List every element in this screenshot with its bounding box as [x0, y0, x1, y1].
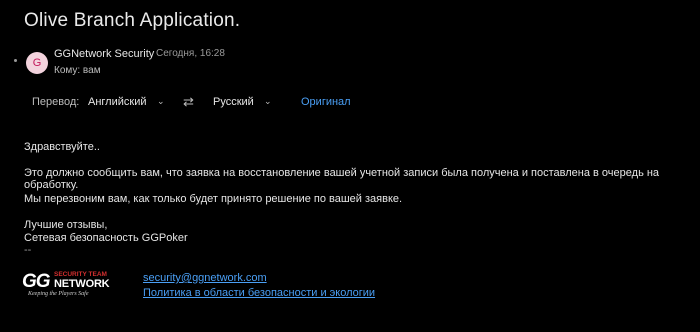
source-language-select[interactable]: Английский	[88, 96, 147, 108]
target-language-select[interactable]: Русский	[213, 96, 254, 108]
ggnetwork-logo: GG SECURITY TEAM NETWORK Keeping the Pla…	[22, 268, 120, 300]
closing-line: Лучшие отзывы,	[24, 219, 108, 231]
translation-label: Перевод:	[32, 96, 80, 108]
body-paragraph-1: Это должно сообщить вам, что заявка на в…	[24, 167, 660, 191]
logo-team-text: SECURITY TEAM	[54, 271, 107, 278]
signature-separator: --	[24, 244, 32, 256]
body-paragraph-2: Мы перезвоним вам, как только будет прин…	[24, 193, 403, 205]
recipient-line[interactable]: Кому: вам	[54, 65, 101, 76]
swap-languages-icon[interactable]: ⇄	[183, 94, 194, 110]
translation-bar: Перевод: Английский ⌄ ⇄ Русский ⌄ Оригин…	[0, 92, 700, 114]
logo-network-text: NETWORK	[54, 278, 110, 290]
chevron-down-icon[interactable]: ⌄	[157, 96, 165, 107]
avatar[interactable]: G	[26, 52, 48, 74]
greeting: Здравствуйте..	[24, 141, 100, 153]
sender-name[interactable]: GGNetwork Security	[54, 48, 154, 60]
email-subject: Olive Branch Application.	[24, 10, 241, 31]
email-date: Сегодня, 16:28	[156, 48, 225, 59]
unread-dot-icon	[14, 59, 17, 62]
chevron-down-icon[interactable]: ⌄	[264, 96, 272, 107]
signature-name: Сетевая безопасность GGPoker	[24, 232, 188, 244]
security-policy-link[interactable]: Политика в области безопасности и эколог…	[143, 287, 375, 299]
show-original-link[interactable]: Оригинал	[301, 96, 351, 108]
logo-tagline: Keeping the Players Safe	[28, 291, 89, 297]
logo-gg-mark: GG	[22, 271, 51, 292]
security-email-link[interactable]: security@ggnetwork.com	[143, 272, 267, 284]
